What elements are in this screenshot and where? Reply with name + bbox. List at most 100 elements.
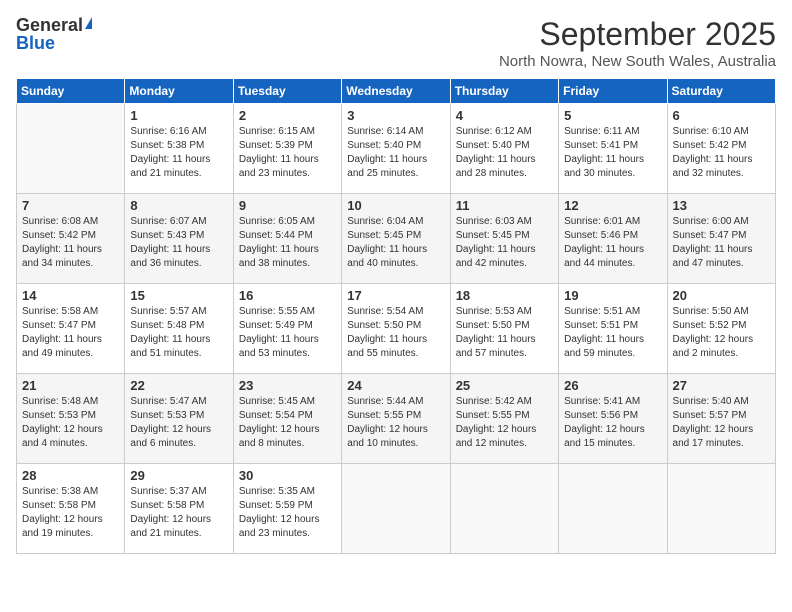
logo: General Blue xyxy=(16,16,92,52)
weekday-header-sunday: Sunday xyxy=(17,79,125,104)
day-info: Sunrise: 5:51 AM Sunset: 5:51 PM Dayligh… xyxy=(564,305,661,361)
calendar-cell: 7 Sunrise: 6:08 AM Sunset: 5:42 PM Dayli… xyxy=(17,194,125,284)
calendar-cell: 4 Sunrise: 6:12 AM Sunset: 5:40 PM Dayli… xyxy=(450,104,558,194)
day-number: 26 xyxy=(564,378,661,393)
calendar-cell: 12 Sunrise: 6:01 AM Sunset: 5:46 PM Dayl… xyxy=(559,194,667,284)
calendar-cell xyxy=(559,464,667,554)
calendar-cell: 9 Sunrise: 6:05 AM Sunset: 5:44 PM Dayli… xyxy=(233,194,341,284)
day-number: 25 xyxy=(456,378,553,393)
title-block: September 2025 North Nowra, New South Wa… xyxy=(499,16,776,70)
day-info: Sunrise: 5:48 AM Sunset: 5:53 PM Dayligh… xyxy=(22,395,119,451)
calendar-cell: 24 Sunrise: 5:44 AM Sunset: 5:55 PM Dayl… xyxy=(342,374,450,464)
day-info: Sunrise: 5:44 AM Sunset: 5:55 PM Dayligh… xyxy=(347,395,444,451)
day-info: Sunrise: 6:14 AM Sunset: 5:40 PM Dayligh… xyxy=(347,125,444,181)
weekday-header-friday: Friday xyxy=(559,79,667,104)
day-info: Sunrise: 5:58 AM Sunset: 5:47 PM Dayligh… xyxy=(22,305,119,361)
day-number: 7 xyxy=(22,198,119,213)
day-number: 10 xyxy=(347,198,444,213)
day-number: 30 xyxy=(239,468,336,483)
weekday-header-monday: Monday xyxy=(125,79,233,104)
day-info: Sunrise: 5:53 AM Sunset: 5:50 PM Dayligh… xyxy=(456,305,553,361)
week-row-1: 1 Sunrise: 6:16 AM Sunset: 5:38 PM Dayli… xyxy=(17,104,776,194)
day-info: Sunrise: 5:38 AM Sunset: 5:58 PM Dayligh… xyxy=(22,485,119,541)
day-info: Sunrise: 6:10 AM Sunset: 5:42 PM Dayligh… xyxy=(673,125,770,181)
calendar-table: SundayMondayTuesdayWednesdayThursdayFrid… xyxy=(16,78,776,554)
day-number: 6 xyxy=(673,108,770,123)
day-number: 23 xyxy=(239,378,336,393)
weekday-header-saturday: Saturday xyxy=(667,79,775,104)
day-number: 18 xyxy=(456,288,553,303)
calendar-cell: 14 Sunrise: 5:58 AM Sunset: 5:47 PM Dayl… xyxy=(17,284,125,374)
day-info: Sunrise: 5:35 AM Sunset: 5:59 PM Dayligh… xyxy=(239,485,336,541)
day-number: 24 xyxy=(347,378,444,393)
calendar-cell: 23 Sunrise: 5:45 AM Sunset: 5:54 PM Dayl… xyxy=(233,374,341,464)
day-number: 22 xyxy=(130,378,227,393)
logo-general-text: General xyxy=(16,16,83,34)
calendar-cell: 5 Sunrise: 6:11 AM Sunset: 5:41 PM Dayli… xyxy=(559,104,667,194)
calendar-cell: 15 Sunrise: 5:57 AM Sunset: 5:48 PM Dayl… xyxy=(125,284,233,374)
day-info: Sunrise: 6:08 AM Sunset: 5:42 PM Dayligh… xyxy=(22,215,119,271)
calendar-cell: 8 Sunrise: 6:07 AM Sunset: 5:43 PM Dayli… xyxy=(125,194,233,284)
day-info: Sunrise: 6:12 AM Sunset: 5:40 PM Dayligh… xyxy=(456,125,553,181)
calendar-cell: 17 Sunrise: 5:54 AM Sunset: 5:50 PM Dayl… xyxy=(342,284,450,374)
day-number: 15 xyxy=(130,288,227,303)
calendar-cell: 29 Sunrise: 5:37 AM Sunset: 5:58 PM Dayl… xyxy=(125,464,233,554)
weekday-header-wednesday: Wednesday xyxy=(342,79,450,104)
weekday-header-thursday: Thursday xyxy=(450,79,558,104)
calendar-cell: 22 Sunrise: 5:47 AM Sunset: 5:53 PM Dayl… xyxy=(125,374,233,464)
month-title: September 2025 xyxy=(499,16,776,53)
calendar-cell: 1 Sunrise: 6:16 AM Sunset: 5:38 PM Dayli… xyxy=(125,104,233,194)
day-info: Sunrise: 5:45 AM Sunset: 5:54 PM Dayligh… xyxy=(239,395,336,451)
week-row-2: 7 Sunrise: 6:08 AM Sunset: 5:42 PM Dayli… xyxy=(17,194,776,284)
calendar-cell xyxy=(17,104,125,194)
day-number: 28 xyxy=(22,468,119,483)
calendar-cell: 2 Sunrise: 6:15 AM Sunset: 5:39 PM Dayli… xyxy=(233,104,341,194)
calendar-cell: 28 Sunrise: 5:38 AM Sunset: 5:58 PM Dayl… xyxy=(17,464,125,554)
day-number: 27 xyxy=(673,378,770,393)
calendar-cell: 20 Sunrise: 5:50 AM Sunset: 5:52 PM Dayl… xyxy=(667,284,775,374)
calendar-cell: 27 Sunrise: 5:40 AM Sunset: 5:57 PM Dayl… xyxy=(667,374,775,464)
week-row-3: 14 Sunrise: 5:58 AM Sunset: 5:47 PM Dayl… xyxy=(17,284,776,374)
day-number: 1 xyxy=(130,108,227,123)
calendar-cell: 21 Sunrise: 5:48 AM Sunset: 5:53 PM Dayl… xyxy=(17,374,125,464)
day-info: Sunrise: 6:01 AM Sunset: 5:46 PM Dayligh… xyxy=(564,215,661,271)
day-number: 2 xyxy=(239,108,336,123)
day-info: Sunrise: 6:04 AM Sunset: 5:45 PM Dayligh… xyxy=(347,215,444,271)
calendar-cell: 25 Sunrise: 5:42 AM Sunset: 5:55 PM Dayl… xyxy=(450,374,558,464)
calendar-cell xyxy=(450,464,558,554)
day-info: Sunrise: 5:40 AM Sunset: 5:57 PM Dayligh… xyxy=(673,395,770,451)
day-number: 3 xyxy=(347,108,444,123)
day-info: Sunrise: 5:41 AM Sunset: 5:56 PM Dayligh… xyxy=(564,395,661,451)
day-number: 13 xyxy=(673,198,770,213)
weekday-header-tuesday: Tuesday xyxy=(233,79,341,104)
day-number: 4 xyxy=(456,108,553,123)
day-info: Sunrise: 6:00 AM Sunset: 5:47 PM Dayligh… xyxy=(673,215,770,271)
day-number: 17 xyxy=(347,288,444,303)
calendar-cell: 6 Sunrise: 6:10 AM Sunset: 5:42 PM Dayli… xyxy=(667,104,775,194)
day-number: 29 xyxy=(130,468,227,483)
calendar-cell: 18 Sunrise: 5:53 AM Sunset: 5:50 PM Dayl… xyxy=(450,284,558,374)
calendar-cell: 30 Sunrise: 5:35 AM Sunset: 5:59 PM Dayl… xyxy=(233,464,341,554)
logo-icon xyxy=(85,17,92,29)
day-number: 21 xyxy=(22,378,119,393)
day-number: 14 xyxy=(22,288,119,303)
day-info: Sunrise: 6:16 AM Sunset: 5:38 PM Dayligh… xyxy=(130,125,227,181)
day-info: Sunrise: 6:15 AM Sunset: 5:39 PM Dayligh… xyxy=(239,125,336,181)
day-info: Sunrise: 6:07 AM Sunset: 5:43 PM Dayligh… xyxy=(130,215,227,271)
day-number: 19 xyxy=(564,288,661,303)
calendar-cell: 10 Sunrise: 6:04 AM Sunset: 5:45 PM Dayl… xyxy=(342,194,450,284)
day-number: 9 xyxy=(239,198,336,213)
day-number: 5 xyxy=(564,108,661,123)
week-row-5: 28 Sunrise: 5:38 AM Sunset: 5:58 PM Dayl… xyxy=(17,464,776,554)
week-row-4: 21 Sunrise: 5:48 AM Sunset: 5:53 PM Dayl… xyxy=(17,374,776,464)
location-title: North Nowra, New South Wales, Australia xyxy=(499,53,776,70)
calendar-cell: 13 Sunrise: 6:00 AM Sunset: 5:47 PM Dayl… xyxy=(667,194,775,284)
day-number: 8 xyxy=(130,198,227,213)
calendar-cell: 19 Sunrise: 5:51 AM Sunset: 5:51 PM Dayl… xyxy=(559,284,667,374)
day-number: 16 xyxy=(239,288,336,303)
day-info: Sunrise: 5:50 AM Sunset: 5:52 PM Dayligh… xyxy=(673,305,770,361)
calendar-cell: 16 Sunrise: 5:55 AM Sunset: 5:49 PM Dayl… xyxy=(233,284,341,374)
day-info: Sunrise: 5:47 AM Sunset: 5:53 PM Dayligh… xyxy=(130,395,227,451)
day-info: Sunrise: 5:54 AM Sunset: 5:50 PM Dayligh… xyxy=(347,305,444,361)
logo-blue-text: Blue xyxy=(16,34,55,52)
